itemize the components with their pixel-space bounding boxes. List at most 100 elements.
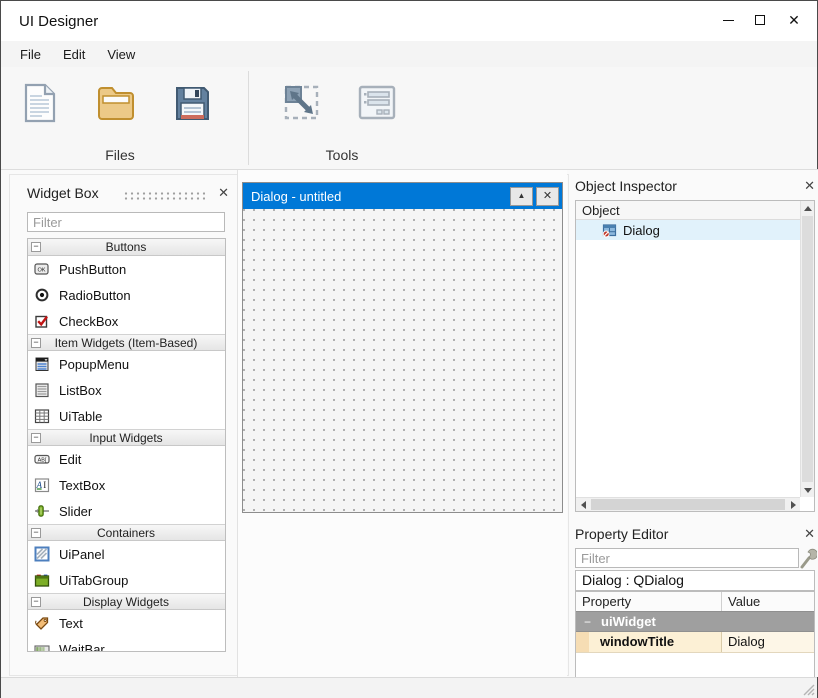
new-file-icon xyxy=(18,81,62,125)
property-table-header: Property Value xyxy=(576,592,814,612)
minimize-icon xyxy=(723,20,734,21)
widget-item-uipanel[interactable]: UiPanel xyxy=(28,541,225,567)
category-item-widgets[interactable]: − Item Widgets (Item-Based) xyxy=(28,334,225,351)
scrollbar-thumb[interactable] xyxy=(802,216,813,482)
scroll-left-icon[interactable] xyxy=(576,498,590,512)
new-file-button[interactable] xyxy=(17,79,63,127)
dock-drag-handle-icon[interactable] xyxy=(123,191,205,200)
collapse-icon[interactable]: − xyxy=(31,433,41,443)
collapse-icon[interactable]: − xyxy=(31,528,41,538)
dialog-shade-button[interactable]: ▲ xyxy=(510,187,533,206)
menu-view[interactable]: View xyxy=(96,41,146,67)
resize-grip-icon[interactable] xyxy=(801,682,815,696)
wrench-icon[interactable] xyxy=(799,546,817,570)
group-collapse-icon[interactable]: − xyxy=(584,615,591,629)
property-row-windowtitle[interactable]: windowTitle Dialog xyxy=(576,632,814,653)
collapse-icon[interactable]: − xyxy=(31,597,41,607)
widget-item-label: UiTable xyxy=(59,409,102,424)
widget-item-textbox[interactable]: A I TextBox xyxy=(28,472,225,498)
widget-item-pushbutton[interactable]: OK PushButton xyxy=(28,256,225,282)
scroll-right-icon[interactable] xyxy=(786,498,800,512)
radiobutton-icon xyxy=(34,287,50,303)
vertical-scrollbar[interactable] xyxy=(800,201,814,497)
property-editor-close-button[interactable]: ✕ xyxy=(804,526,815,542)
object-column-header[interactable]: Object xyxy=(576,201,800,220)
widget-box-panel: Widget Box ✕ − Buttons OK PushButton xyxy=(19,182,233,664)
design-canvas-grid[interactable] xyxy=(243,209,562,512)
textbox-icon: A I xyxy=(34,477,50,493)
open-folder-icon xyxy=(94,81,138,125)
tree-item-dialog[interactable]: Dialog xyxy=(576,220,800,240)
form-tool-button[interactable] xyxy=(354,79,400,127)
widget-item-uitable[interactable]: UiTable xyxy=(28,403,225,429)
menu-file[interactable]: File xyxy=(9,41,52,67)
widget-item-waitbar[interactable]: WaitBar xyxy=(28,636,225,652)
widget-item-label: Slider xyxy=(59,504,92,519)
svg-text:OK: OK xyxy=(37,267,45,273)
widget-item-listbox[interactable]: ListBox xyxy=(28,377,225,403)
column-property[interactable]: Property xyxy=(576,592,722,611)
widget-item-label: PopupMenu xyxy=(59,357,129,372)
widget-box-title: Widget Box xyxy=(27,185,99,201)
widget-item-label: PushButton xyxy=(59,262,126,277)
category-containers[interactable]: − Containers xyxy=(28,524,225,541)
property-value[interactable]: Dialog xyxy=(722,632,814,652)
widget-item-checkbox[interactable]: CheckBox xyxy=(28,308,225,334)
scroll-down-icon[interactable] xyxy=(801,483,815,497)
widget-item-radiobutton[interactable]: RadioButton xyxy=(28,282,225,308)
column-value[interactable]: Value xyxy=(722,592,814,611)
property-filter-input[interactable] xyxy=(575,548,799,568)
resize-tool-button[interactable] xyxy=(279,79,325,127)
scrollbar-thumb[interactable] xyxy=(591,499,785,510)
save-file-button[interactable] xyxy=(169,79,215,127)
waitbar-icon xyxy=(34,641,50,652)
widget-item-label: WaitBar xyxy=(59,642,105,653)
mdi-area: Dialog - untitled ▲ ✕ xyxy=(237,170,567,678)
design-dialog-titlebar[interactable]: Dialog - untitled ▲ ✕ xyxy=(243,183,562,209)
horizontal-scrollbar[interactable] xyxy=(576,497,800,511)
maximize-button[interactable] xyxy=(743,1,777,39)
property-group-name: uiWidget xyxy=(601,614,656,629)
svg-text:I: I xyxy=(43,480,46,490)
collapse-icon[interactable]: − xyxy=(31,242,41,252)
widget-item-uitabgroup[interactable]: UiTabGroup xyxy=(28,567,225,593)
svg-text:AB[: AB[ xyxy=(38,458,47,464)
widget-box-close-button[interactable]: ✕ xyxy=(218,185,229,201)
category-label: Item Widgets (Item-Based) xyxy=(41,336,211,350)
property-group-uiwidget[interactable]: − uiWidget xyxy=(576,612,814,632)
category-label: Input Widgets xyxy=(41,431,211,445)
menu-edit[interactable]: Edit xyxy=(52,41,96,67)
widget-box-filter-input[interactable] xyxy=(27,212,225,232)
close-button[interactable]: ✕ xyxy=(777,1,811,39)
dialog-widget-icon xyxy=(602,223,617,238)
window-title: UI Designer xyxy=(19,13,98,30)
category-input-widgets[interactable]: − Input Widgets xyxy=(28,429,225,446)
app-window: UI Designer ✕ File Edit View xyxy=(0,0,818,698)
widget-item-edit[interactable]: AB[ Edit xyxy=(28,446,225,472)
minimize-button[interactable] xyxy=(711,1,745,39)
widget-item-popupmenu[interactable]: PopupMenu xyxy=(28,351,225,377)
widget-item-label: TextBox xyxy=(59,478,105,493)
category-display-widgets[interactable]: − Display Widgets xyxy=(28,593,225,610)
close-icon: ✕ xyxy=(788,13,800,27)
checkbox-icon xyxy=(34,313,50,329)
dialog-close-button[interactable]: ✕ xyxy=(536,187,559,206)
widget-item-text[interactable]: Text xyxy=(28,610,225,636)
property-editor-title: Property Editor xyxy=(575,526,668,542)
category-buttons[interactable]: − Buttons xyxy=(28,239,225,256)
edit-icon: AB[ xyxy=(34,451,50,467)
widget-item-label: RadioButton xyxy=(59,288,131,303)
open-file-button[interactable] xyxy=(93,79,139,127)
collapse-icon[interactable]: − xyxy=(31,338,41,348)
scroll-up-icon[interactable] xyxy=(801,201,815,215)
property-name: windowTitle xyxy=(589,632,722,652)
widget-item-slider[interactable]: Slider xyxy=(28,498,225,524)
form-tool-icon xyxy=(355,81,399,125)
widget-item-label: ListBox xyxy=(59,383,102,398)
toolbar-separator xyxy=(248,71,249,165)
object-inspector-close-button[interactable]: ✕ xyxy=(804,178,815,194)
dialog-close-icon: ✕ xyxy=(543,191,552,202)
widget-item-label: UiTabGroup xyxy=(59,573,128,588)
property-table: Property Value − uiWidget windowTitle Di… xyxy=(575,591,815,678)
design-dialog-window[interactable]: Dialog - untitled ▲ ✕ xyxy=(242,182,563,513)
